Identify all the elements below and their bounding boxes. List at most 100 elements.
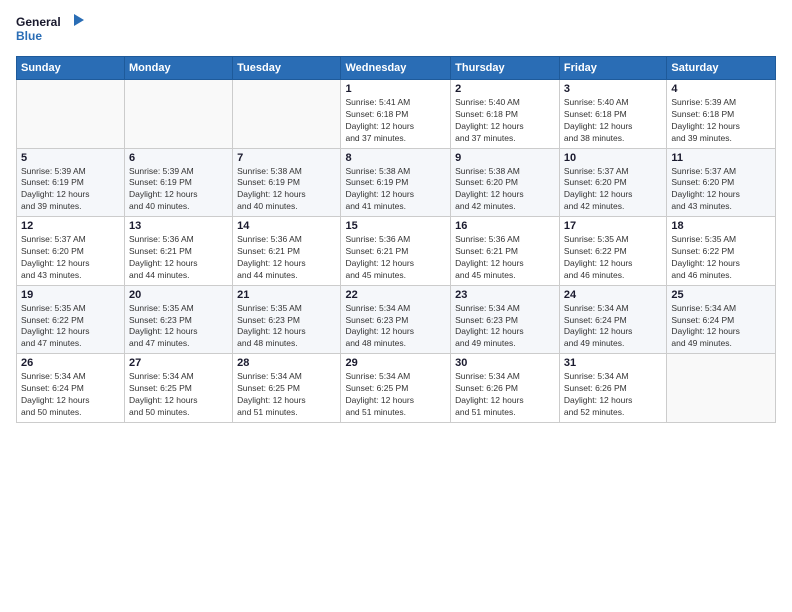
page-container: General Blue SundayMondayTuesdayWednesda… <box>0 0 792 435</box>
calendar-cell: 31Sunrise: 5:34 AM Sunset: 6:26 PM Dayli… <box>559 354 666 423</box>
day-number: 18 <box>671 220 771 232</box>
day-info: Sunrise: 5:40 AM Sunset: 6:18 PM Dayligh… <box>564 97 662 145</box>
calendar-cell: 4 Sunrise: 5:39 AM Sunset: 6:18 PM Daylig… <box>667 80 776 149</box>
calendar-cell: 18 Sunrise: 5:35 AM Sunset: 6:22 PM Dayli… <box>667 217 776 286</box>
day-number: 13 <box>129 220 228 232</box>
day-number: 21 <box>237 289 336 301</box>
day-number: 30 <box>455 357 555 369</box>
weekday-header-tuesday: Tuesday <box>233 57 341 80</box>
calendar-cell: 8 Sunrise: 5:38 AM Sunset: 6:19 PM Daylig… <box>341 148 451 217</box>
day-number: 12 <box>21 220 120 232</box>
day-info: Sunrise: 5:37 AM Sunset: 6:20 PM Dayligh… <box>564 166 662 214</box>
day-info: Sunrise: 5:37 AM Sunset: 6:20 PM Dayligh… <box>21 234 120 282</box>
day-number: 31 <box>564 357 662 369</box>
day-info: Sunrise: 5:34 AM Sunset: 6:26 PM Dayligh… <box>455 371 555 419</box>
header: General Blue <box>16 12 776 48</box>
calendar-cell: 14 Sunrise: 5:36 AM Sunset: 6:21 PM Dayli… <box>233 217 341 286</box>
calendar-cell: 9 Sunrise: 5:38 AM Sunset: 6:20 PM Daylig… <box>451 148 560 217</box>
day-info: Sunrise: 5:34 AM Sunset: 6:24 PM Dayligh… <box>671 303 771 351</box>
day-info: Sunrise: 5:34 AM Sunset: 6:24 PM Dayligh… <box>564 303 662 351</box>
day-info: Sunrise: 5:34 AM Sunset: 6:24 PM Dayligh… <box>21 371 120 419</box>
day-number: 9 <box>455 152 555 164</box>
calendar-cell: 16 Sunrise: 5:36 AM Sunset: 6:21 PM Dayli… <box>451 217 560 286</box>
calendar-header: SundayMondayTuesdayWednesdayThursdayFrid… <box>17 57 776 80</box>
day-info: Sunrise: 5:36 AM Sunset: 6:21 PM Dayligh… <box>455 234 555 282</box>
calendar-cell: 20Sunrise: 5:35 AM Sunset: 6:23 PM Dayli… <box>125 285 233 354</box>
day-info: Sunrise: 5:41 AM Sunset: 6:18 PM Dayligh… <box>345 97 446 145</box>
weekday-header-thursday: Thursday <box>451 57 560 80</box>
day-number: 25 <box>671 289 771 301</box>
calendar-cell <box>233 80 341 149</box>
day-number: 17 <box>564 220 662 232</box>
day-number: 5 <box>21 152 120 164</box>
svg-text:Blue: Blue <box>16 29 42 43</box>
calendar-cell: 26 Sunrise: 5:34 AM Sunset: 6:24 PM Dayli… <box>17 354 125 423</box>
weekday-header-sunday: Sunday <box>17 57 125 80</box>
calendar-cell: 24 Sunrise: 5:34 AM Sunset: 6:24 PM Dayli… <box>559 285 666 354</box>
calendar-cell: 10 Sunrise: 5:37 AM Sunset: 6:20 PM Dayli… <box>559 148 666 217</box>
calendar-cell: 3Sunrise: 5:40 AM Sunset: 6:18 PM Daylig… <box>559 80 666 149</box>
day-info: Sunrise: 5:39 AM Sunset: 6:19 PM Dayligh… <box>129 166 228 214</box>
day-info: Sunrise: 5:34 AM Sunset: 6:23 PM Dayligh… <box>345 303 446 351</box>
day-number: 11 <box>671 152 771 164</box>
day-number: 2 <box>455 83 555 95</box>
calendar-cell: 13Sunrise: 5:36 AM Sunset: 6:21 PM Dayli… <box>125 217 233 286</box>
calendar-cell <box>17 80 125 149</box>
calendar-table: SundayMondayTuesdayWednesdayThursdayFrid… <box>16 56 776 423</box>
day-number: 15 <box>345 220 446 232</box>
weekday-header-row: SundayMondayTuesdayWednesdayThursdayFrid… <box>17 57 776 80</box>
day-number: 10 <box>564 152 662 164</box>
day-number: 26 <box>21 357 120 369</box>
calendar-cell: 7 Sunrise: 5:38 AM Sunset: 6:19 PM Daylig… <box>233 148 341 217</box>
calendar-cell: 11 Sunrise: 5:37 AM Sunset: 6:20 PM Dayli… <box>667 148 776 217</box>
day-number: 28 <box>237 357 336 369</box>
day-info: Sunrise: 5:34 AM Sunset: 6:23 PM Dayligh… <box>455 303 555 351</box>
day-info: Sunrise: 5:36 AM Sunset: 6:21 PM Dayligh… <box>345 234 446 282</box>
day-info: Sunrise: 5:38 AM Sunset: 6:19 PM Dayligh… <box>237 166 336 214</box>
day-number: 1 <box>345 83 446 95</box>
day-number: 16 <box>455 220 555 232</box>
calendar-cell: 1 Sunrise: 5:41 AM Sunset: 6:18 PM Daylig… <box>341 80 451 149</box>
day-info: Sunrise: 5:35 AM Sunset: 6:22 PM Dayligh… <box>671 234 771 282</box>
calendar-cell: 28 Sunrise: 5:34 AM Sunset: 6:25 PM Dayli… <box>233 354 341 423</box>
svg-text:General: General <box>16 15 61 29</box>
weekday-header-saturday: Saturday <box>667 57 776 80</box>
day-info: Sunrise: 5:36 AM Sunset: 6:21 PM Dayligh… <box>237 234 336 282</box>
day-number: 14 <box>237 220 336 232</box>
calendar-cell: 29Sunrise: 5:34 AM Sunset: 6:25 PM Dayli… <box>341 354 451 423</box>
calendar-body: 1 Sunrise: 5:41 AM Sunset: 6:18 PM Daylig… <box>17 80 776 423</box>
day-info: Sunrise: 5:34 AM Sunset: 6:25 PM Dayligh… <box>237 371 336 419</box>
week-row-4: 19 Sunrise: 5:35 AM Sunset: 6:22 PM Dayli… <box>17 285 776 354</box>
day-number: 8 <box>345 152 446 164</box>
day-number: 22 <box>345 289 446 301</box>
calendar-cell: 17Sunrise: 5:35 AM Sunset: 6:22 PM Dayli… <box>559 217 666 286</box>
day-number: 4 <box>671 83 771 95</box>
calendar-cell: 15 Sunrise: 5:36 AM Sunset: 6:21 PM Dayli… <box>341 217 451 286</box>
calendar-cell: 6 Sunrise: 5:39 AM Sunset: 6:19 PM Daylig… <box>125 148 233 217</box>
day-number: 24 <box>564 289 662 301</box>
day-number: 20 <box>129 289 228 301</box>
logo-svg: General Blue <box>16 12 86 48</box>
calendar-cell: 23 Sunrise: 5:34 AM Sunset: 6:23 PM Dayli… <box>451 285 560 354</box>
day-info: Sunrise: 5:37 AM Sunset: 6:20 PM Dayligh… <box>671 166 771 214</box>
logo: General Blue <box>16 12 86 48</box>
day-info: Sunrise: 5:38 AM Sunset: 6:19 PM Dayligh… <box>345 166 446 214</box>
calendar-cell: 12 Sunrise: 5:37 AM Sunset: 6:20 PM Dayli… <box>17 217 125 286</box>
day-info: Sunrise: 5:35 AM Sunset: 6:22 PM Dayligh… <box>21 303 120 351</box>
day-info: Sunrise: 5:34 AM Sunset: 6:25 PM Dayligh… <box>129 371 228 419</box>
day-number: 19 <box>21 289 120 301</box>
day-info: Sunrise: 5:39 AM Sunset: 6:18 PM Dayligh… <box>671 97 771 145</box>
day-info: Sunrise: 5:39 AM Sunset: 6:19 PM Dayligh… <box>21 166 120 214</box>
day-number: 23 <box>455 289 555 301</box>
day-number: 6 <box>129 152 228 164</box>
calendar-cell <box>667 354 776 423</box>
week-row-3: 12 Sunrise: 5:37 AM Sunset: 6:20 PM Dayli… <box>17 217 776 286</box>
weekday-header-wednesday: Wednesday <box>341 57 451 80</box>
day-number: 7 <box>237 152 336 164</box>
day-info: Sunrise: 5:38 AM Sunset: 6:20 PM Dayligh… <box>455 166 555 214</box>
calendar-cell: 22 Sunrise: 5:34 AM Sunset: 6:23 PM Dayli… <box>341 285 451 354</box>
week-row-2: 5 Sunrise: 5:39 AM Sunset: 6:19 PM Daylig… <box>17 148 776 217</box>
day-number: 27 <box>129 357 228 369</box>
day-info: Sunrise: 5:35 AM Sunset: 6:23 PM Dayligh… <box>237 303 336 351</box>
day-info: Sunrise: 5:34 AM Sunset: 6:25 PM Dayligh… <box>345 371 446 419</box>
